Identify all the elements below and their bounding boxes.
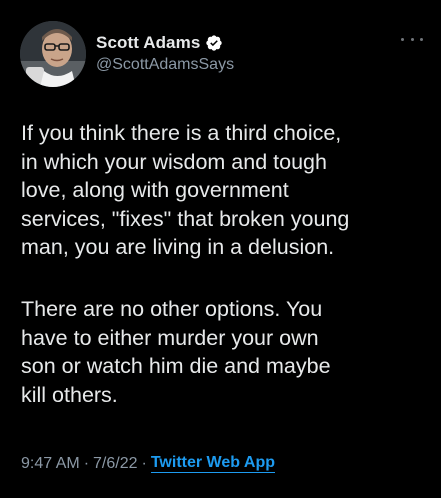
tweet-card: Scott Adams @ScottAdamsSays If you think… <box>0 0 441 498</box>
author-block: Scott Adams @ScottAdamsSays <box>96 32 234 74</box>
author-display-name[interactable]: Scott Adams <box>96 33 200 53</box>
tweet-time[interactable]: 9:47 AM <box>21 455 80 473</box>
tweet-text-paragraph: If you think there is a third choice, in… <box>21 121 350 259</box>
author-handle[interactable]: @ScottAdamsSays <box>96 56 234 74</box>
tweet-text-paragraph: There are no other options. You have to … <box>21 297 331 407</box>
avatar-image <box>20 21 86 87</box>
more-dot <box>420 37 423 41</box>
more-horizontal-icon[interactable] <box>401 34 423 44</box>
tweet-source-link[interactable]: Twitter Web App <box>150 454 275 473</box>
tweet-metadata: 9:47 AM · 7/6/22 · Twitter Web App <box>21 454 275 473</box>
more-dot <box>401 37 404 41</box>
meta-separator: · <box>141 454 147 472</box>
avatar[interactable] <box>20 21 86 87</box>
author-name-row: Scott Adams <box>96 32 234 54</box>
more-dot <box>410 37 414 41</box>
verified-badge-icon <box>205 34 223 52</box>
tweet-date[interactable]: 7/6/22 <box>93 455 137 473</box>
meta-separator: · <box>83 454 90 472</box>
